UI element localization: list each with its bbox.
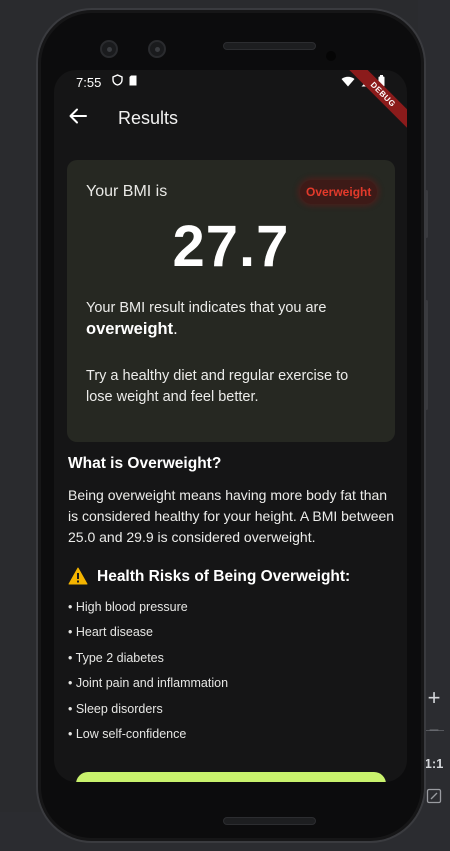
bmi-result-card: Your BMI is Overweight 27.7 Your BMI res…	[67, 160, 395, 442]
shield-icon	[112, 74, 123, 89]
advice-text: Try a healthy diet and regular exercise …	[86, 368, 349, 405]
sim-card-icon	[129, 74, 138, 89]
list-item: • Heart disease	[68, 625, 153, 640]
front-camera-icon	[148, 40, 166, 58]
list-item: • Sleep disorders	[68, 701, 163, 716]
info-heading: What is Overweight?	[68, 455, 222, 472]
page-title: Results	[118, 108, 179, 128]
list-item: • Low self-confidence	[68, 726, 187, 741]
app-screen: 7:55 DEBUG Results Your BMI is Overweigh…	[54, 70, 407, 782]
result-category: overweight.	[86, 320, 178, 339]
bmi-label: Your BMI is	[86, 183, 168, 200]
volume-button[interactable]	[425, 300, 428, 410]
list-item: • High blood pressure	[68, 600, 188, 614]
result-description: Your BMI result indicates that you are	[86, 300, 327, 316]
front-camera-icon	[100, 40, 118, 58]
result-category-word: overweight	[86, 320, 174, 338]
bottom-speaker	[223, 817, 316, 825]
wifi-icon	[341, 75, 355, 90]
status-time: 7:55	[76, 75, 102, 90]
list-item: • Type 2 diabetes	[68, 650, 164, 665]
status-bar: 7:55 DEBUG	[54, 70, 407, 135]
risks-heading: Health Risks of Being Overweight:	[97, 568, 351, 585]
category-badge: Overweight	[300, 180, 378, 204]
warning-icon	[68, 567, 88, 585]
app-bar: Results	[54, 94, 407, 142]
info-paragraph: Being overweight means having more body …	[68, 487, 395, 545]
action-button[interactable]	[76, 772, 386, 782]
list-item: • Joint pain and inflammation	[68, 676, 229, 691]
power-button[interactable]	[425, 190, 428, 238]
back-button[interactable]	[64, 104, 92, 132]
arrow-left-icon	[69, 108, 87, 129]
proximity-sensor	[326, 51, 336, 61]
earpiece-speaker	[223, 42, 316, 50]
risk-list: • High blood pressure • Heart disease • …	[68, 600, 228, 752]
result-category-suffix: .	[173, 320, 178, 338]
bmi-value: 27.7	[172, 214, 290, 279]
